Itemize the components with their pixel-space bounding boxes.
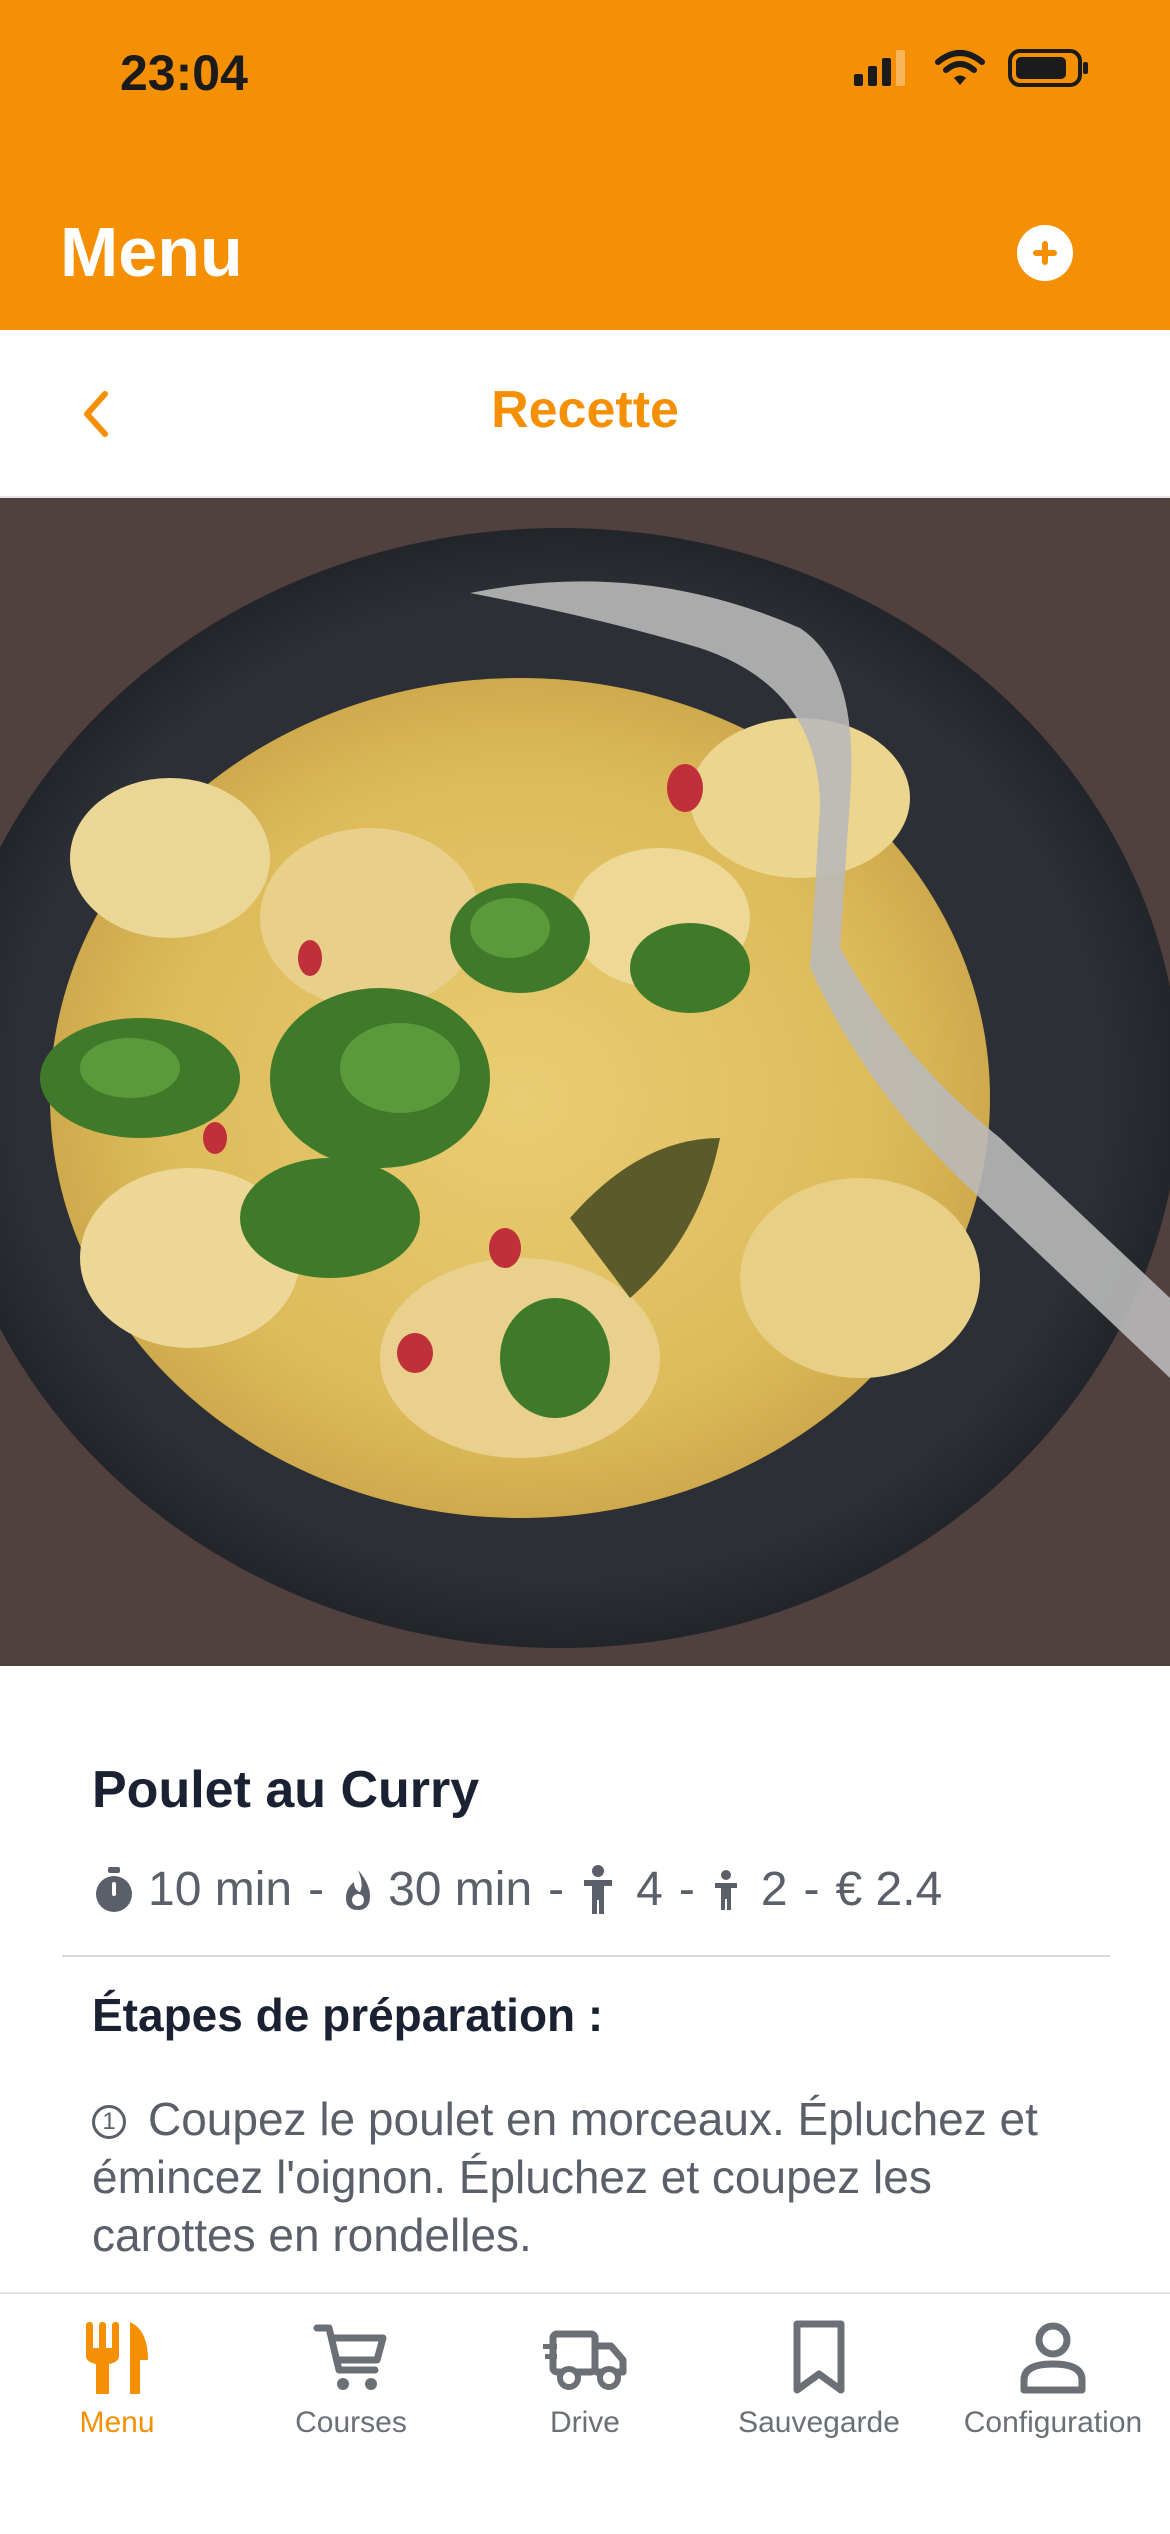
bottom-tab-bar: Menu Courses Drive Sauvegarde Configurat… <box>0 2292 1170 2534</box>
stopwatch-icon <box>96 1866 132 1912</box>
add-button[interactable] <box>1017 225 1073 281</box>
adult-icon <box>584 1864 613 1914</box>
meta-separator: - <box>548 1863 565 1916</box>
tab-label: Courses <box>295 2406 407 2439</box>
recipe-photo <box>0 498 1170 1666</box>
children-count: 2 <box>760 1863 788 1916</box>
step-text: Coupez le poulet en morceaux. Épluchez e… <box>92 2093 1038 2261</box>
flame-icon <box>346 1869 371 1910</box>
tab-configuration[interactable]: Configuration <box>936 2294 1170 2534</box>
battery-icon <box>1008 49 1088 87</box>
tab-drive[interactable]: Drive <box>468 2294 702 2534</box>
fork-knife-icon <box>86 2322 148 2394</box>
price: € 2.4 <box>835 1863 943 1916</box>
tab-menu[interactable]: Menu <box>0 2294 234 2534</box>
signal-icon <box>854 50 905 86</box>
tab-label: Menu <box>79 2406 155 2439</box>
adults-count: 4 <box>636 1863 663 1916</box>
status-icons <box>852 48 1090 88</box>
wifi-icon <box>935 50 985 85</box>
step-item: 1 Coupez le poulet en morceaux. Épluchez … <box>92 2090 1092 2264</box>
plus-icon <box>1033 241 1057 265</box>
divider <box>62 1955 1110 1957</box>
tab-label: Drive <box>549 2406 620 2439</box>
recipe-name: Poulet au Curry <box>92 1761 480 1819</box>
child-icon <box>714 1869 737 1910</box>
tab-label: Configuration <box>963 2406 1143 2439</box>
prep-time: 10 min <box>148 1863 293 1916</box>
truck-icon <box>543 2330 627 2390</box>
meta-separator: - <box>803 1863 820 1916</box>
tab-label: Sauvegarde <box>738 2406 900 2439</box>
meta-separator: - <box>308 1863 325 1916</box>
step-number: 1 <box>92 2105 126 2139</box>
cart-icon <box>313 2324 387 2390</box>
cook-time: 30 min <box>388 1863 533 1916</box>
page-title: Menu <box>60 213 243 291</box>
tab-courses[interactable]: Courses <box>234 2294 468 2534</box>
steps-title: Étapes de préparation : <box>92 1989 604 2041</box>
meta-separator: - <box>678 1863 695 1916</box>
tab-sauvegarde[interactable]: Sauvegarde <box>702 2294 936 2534</box>
recipe-screen-title: Recette <box>491 381 679 439</box>
status-time: 23:04 <box>120 45 248 101</box>
person-icon <box>1020 2322 1086 2394</box>
bookmark-icon <box>793 2320 845 2394</box>
recipe-meta: 10 min - 30 min - 4 - 2 - € 2.4 <box>92 1862 942 1917</box>
